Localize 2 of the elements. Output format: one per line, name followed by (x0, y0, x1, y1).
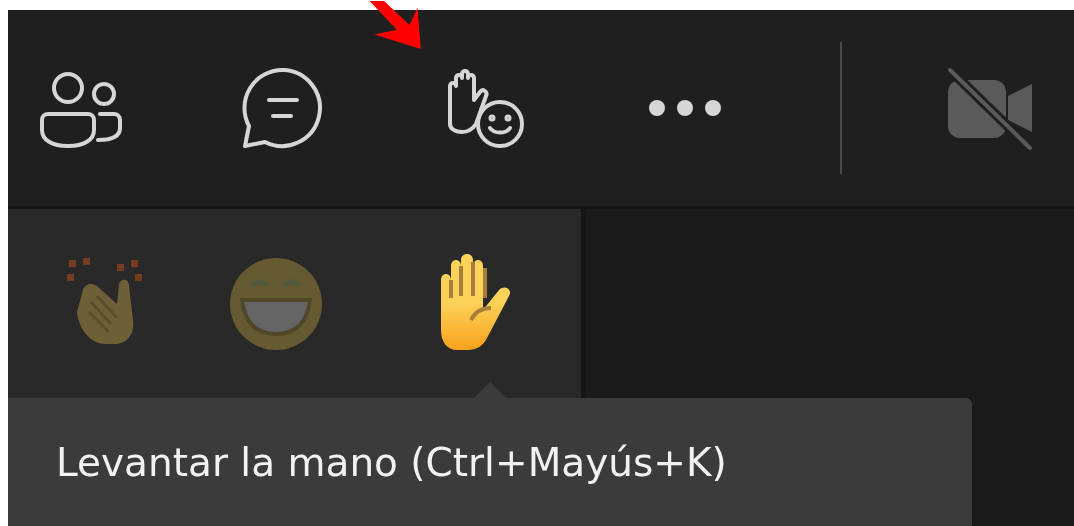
tooltip-text: Levantar la mano (Ctrl+Mayús+K) (56, 439, 727, 485)
chat-icon[interactable] (241, 66, 325, 150)
